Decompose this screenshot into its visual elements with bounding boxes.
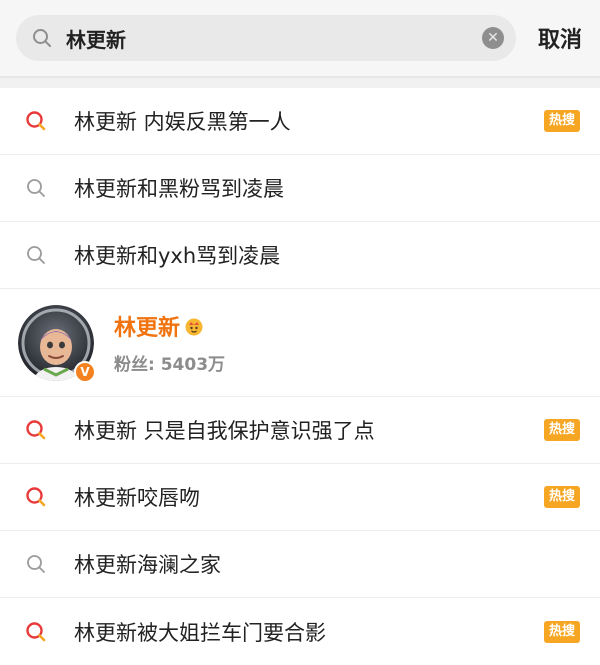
hot-search-icon [24,485,48,509]
hot-badge: 热搜 [543,110,580,132]
user-name: 林更新 [114,316,181,341]
search-icon [24,243,48,267]
hot-search-icon [24,418,48,442]
user-info: 林更新 粉丝: 5403万 [114,310,225,375]
search-input[interactable] [66,23,482,53]
search-icon [24,552,48,576]
suggestion-item[interactable]: 林更新咬唇吻 热搜 [0,464,600,531]
hot-badge: 热搜 [543,419,580,441]
suggestion-text: 林更新 只是自我保护意识强了点 [74,419,375,443]
search-icon [32,28,52,48]
hot-badge: 热搜 [543,620,580,643]
suggestion-text: 林更新和yxh骂到凌晨 [74,244,281,268]
suggestion-item[interactable]: 林更新和黑粉骂到凌晨 [0,155,600,222]
hot-search-icon [24,620,48,644]
suggestion-item[interactable]: 林更新 只是自我保护意识强了点 热搜 [0,397,600,464]
user-name-line: 林更新 [114,310,225,342]
suggestion-text: 林更新海澜之家 [74,553,221,577]
user-result[interactable]: V 林更新 粉丝: 5403万 [0,289,600,397]
suggestion-list: 林更新 内娱反黑第一人 热搜 林更新和黑粉骂到凌晨 林更新和yxh骂到凌晨 V … [0,88,600,665]
clear-search-icon[interactable]: ✕ [482,27,504,49]
search-page: ✕ 取消 林更新 内娱反黑第一人 热搜 林更新和黑粉骂到凌晨 [0,0,600,665]
hot-badge: 热搜 [543,486,580,508]
suggestion-item[interactable]: 林更新 内娱反黑第一人 热搜 [0,88,600,155]
suggestion-text: 林更新被大姐拦车门要合影 [74,620,326,645]
verified-badge: V [74,360,96,383]
hot-search-icon [24,109,48,133]
suggestion-text: 林更新和黑粉骂到凌晨 [74,177,284,201]
avatar-wrapper: V [18,304,96,383]
search-header: ✕ 取消 [0,0,600,78]
suggestion-item[interactable]: 林更新海澜之家 [0,531,600,598]
user-fans-count: 粉丝: 5403万 [114,355,226,375]
suggestion-text: 林更新 内娱反黑第一人 [74,110,291,134]
section-gap [0,78,600,88]
cancel-button[interactable]: 取消 [538,22,582,54]
search-icon [24,176,48,200]
suggestion-text: 林更新咬唇吻 [74,486,200,510]
suggestion-item[interactable]: 林更新和yxh骂到凌晨 [0,222,600,289]
crown-icon [183,316,205,336]
search-box[interactable]: ✕ [16,15,516,61]
suggestion-item[interactable]: 林更新被大姐拦车门要合影 热搜 [0,598,600,665]
